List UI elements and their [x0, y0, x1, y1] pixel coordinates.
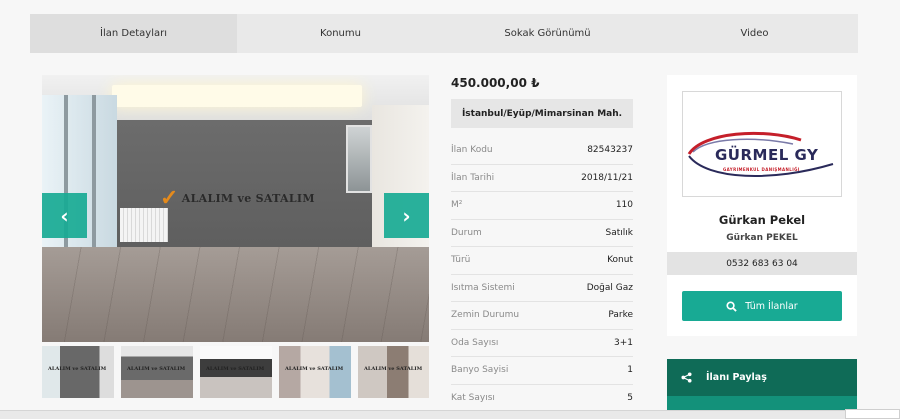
- detail-key: İlan Tarihi: [451, 172, 495, 183]
- share-listing-button[interactable]: İlanı Paylaş: [667, 359, 857, 396]
- detail-key: Durum: [451, 227, 482, 238]
- detail-value: 82543237: [587, 145, 633, 156]
- thumbnail-watermark: ALALIM ve SATALIM: [364, 366, 423, 372]
- agent-phone[interactable]: 0532 683 63 04: [667, 252, 857, 275]
- chevron-left-icon: ‹: [60, 203, 69, 228]
- all-listings-label: Tüm İlanlar: [745, 300, 798, 312]
- listing-details: İlan Kodu 82543237 İlan Tarihi 2018/11/21 …: [451, 137, 633, 412]
- detail-row: Isıtma Sistemi Doğal Gaz: [451, 275, 633, 302]
- detail-value: 5: [627, 392, 633, 403]
- logo-swoosh-icon: [687, 131, 834, 177]
- share-label: İlanı Paylaş: [706, 372, 767, 383]
- photo-thumbnail[interactable]: ALALIM ve SATALIM: [121, 346, 193, 398]
- photo-radiator: [120, 208, 168, 242]
- detail-key: Isıtma Sistemi: [451, 282, 515, 293]
- main-photo[interactable]: ✓ ALALIM ve SATALIM: [42, 75, 429, 342]
- photo-ceiling-light: [112, 85, 362, 107]
- agent-card: GÜRMEL GY GAYRIMENKUL DANIŞMANLIĞI Gürka…: [667, 75, 857, 336]
- detail-value: Doğal Gaz: [586, 282, 633, 293]
- detail-row: İlan Tarihi 2018/11/21: [451, 165, 633, 192]
- listing-location: İstanbul/Eyüp/Mimarsinan Mah.: [451, 99, 633, 128]
- detail-row: Türü Konut: [451, 247, 633, 275]
- tab-ilan-detaylari[interactable]: İlan Detayları: [30, 14, 237, 53]
- detail-row: M² 110: [451, 192, 633, 220]
- tab-sokak-gorunumu[interactable]: Sokak Görünümü: [444, 14, 651, 53]
- browser-bottom-bar: [0, 410, 900, 419]
- logo-text: GÜRMEL GY: [715, 146, 819, 164]
- share-icon: [681, 372, 692, 383]
- photo-thumbnail[interactable]: ALALIM ve SATALIM: [42, 346, 114, 398]
- watermark-text: ALALIM ve SATALIM: [181, 191, 315, 205]
- bottom-widget[interactable]: [845, 409, 900, 419]
- detail-row: Durum Satılık: [451, 220, 633, 247]
- detail-value: 3+1: [614, 337, 633, 348]
- photo-mirror: [346, 125, 372, 193]
- checkmark-icon: ✓: [160, 185, 179, 211]
- previous-photo-button[interactable]: ‹: [42, 193, 87, 238]
- detail-value: Satılık: [605, 227, 633, 238]
- detail-value: 110: [615, 200, 633, 211]
- tab-konumu[interactable]: Konumu: [237, 14, 444, 53]
- photo-watermark: ✓ ALALIM ve SATALIM: [160, 187, 315, 209]
- detail-value: 2018/11/21: [581, 172, 633, 183]
- photo-thumbnail[interactable]: ALALIM ve SATALIM: [279, 346, 351, 398]
- listing-tabs: İlan Detayları Konumu Sokak Görünümü Vid…: [30, 14, 858, 53]
- all-listings-button[interactable]: Tüm İlanlar: [682, 291, 842, 321]
- detail-key: İlan Kodu: [451, 145, 493, 156]
- detail-value: 1: [627, 365, 633, 376]
- page: İlan Detayları Konumu Sokak Görünümü Vid…: [0, 0, 900, 419]
- detail-key: Kat Sayısı: [451, 392, 495, 403]
- listing-price: 450.000,00 ₺: [451, 76, 540, 90]
- detail-key: M²: [451, 200, 463, 211]
- agent-name: Gürkan Pekel: [718, 213, 806, 227]
- detail-row: İlan Kodu 82543237: [451, 137, 633, 165]
- detail-row: Banyo Sayisi 1: [451, 357, 633, 385]
- detail-key: Türü: [451, 255, 471, 266]
- photo-thumbnail[interactable]: ALALIM ve SATALIM: [358, 346, 429, 398]
- thumbnail-watermark: ALALIM ve SATALIM: [127, 366, 186, 372]
- detail-row: Kat Sayısı 5: [451, 385, 633, 412]
- detail-key: Oda Sayısı: [451, 337, 499, 348]
- search-icon: [726, 300, 737, 312]
- thumbnail-watermark: ALALIM ve SATALIM: [285, 366, 344, 372]
- photo-thumbnail[interactable]: ALALIM ve SATALIM: [200, 346, 272, 398]
- thumbnail-watermark: ALALIM ve SATALIM: [48, 366, 107, 372]
- thumbnail-watermark: ALALIM ve SATALIM: [206, 366, 265, 372]
- detail-row: Oda Sayısı 3+1: [451, 330, 633, 357]
- detail-key: Banyo Sayisi: [451, 365, 509, 376]
- agency-logo[interactable]: GÜRMEL GY GAYRIMENKUL DANIŞMANLIĞI: [682, 91, 842, 197]
- detail-value: Konut: [607, 255, 633, 266]
- next-photo-button[interactable]: ›: [384, 193, 429, 238]
- photo-thumbnails: ALALIM ve SATALIM ALALIM ve SATALIM ALAL…: [42, 346, 429, 398]
- logo-subtext: GAYRIMENKUL DANIŞMANLIĞI: [723, 167, 800, 172]
- detail-value: Parke: [608, 310, 633, 321]
- tab-video[interactable]: Video: [651, 14, 858, 53]
- agent-company: Gürkan PEKEL: [726, 233, 798, 243]
- chevron-right-icon: ›: [402, 203, 411, 228]
- detail-row: Zemin Durumu Parke: [451, 302, 633, 330]
- photo-floor-texture: [42, 247, 429, 342]
- detail-key: Zemin Durumu: [451, 310, 520, 321]
